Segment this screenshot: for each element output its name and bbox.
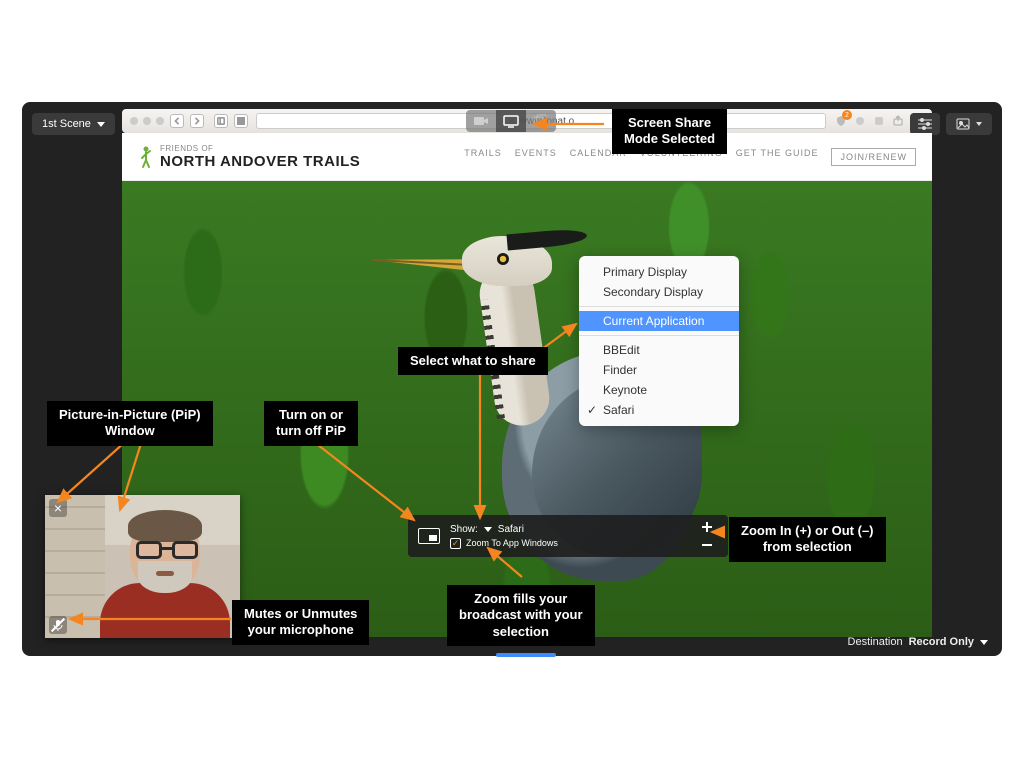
- scene-label: 1st Scene: [42, 118, 91, 130]
- presenter-avatar: [100, 513, 230, 638]
- menu-item-selected[interactable]: Current Application: [579, 311, 739, 331]
- callout-select-share: Select what to share: [398, 347, 548, 375]
- media-picker-button[interactable]: [946, 113, 992, 135]
- share-mode-segmented[interactable]: [466, 110, 556, 132]
- nav-link[interactable]: TRAILS: [464, 148, 502, 166]
- grid-button[interactable]: [234, 114, 248, 128]
- chevron-down-icon: [976, 122, 982, 126]
- extension1-icon[interactable]: [853, 114, 867, 128]
- checkbox-icon: [450, 538, 461, 549]
- pip-close-button[interactable]: ×: [49, 499, 67, 517]
- menu-item[interactable]: Finder: [579, 360, 739, 380]
- extension2-icon[interactable]: [872, 114, 886, 128]
- callout-zoom-fill: Zoom fills your broadcast with your sele…: [447, 585, 595, 646]
- destination-selector[interactable]: Destination Record Only: [848, 636, 988, 648]
- slides-mode-icon[interactable]: [526, 110, 556, 132]
- hero-image: [122, 181, 932, 637]
- camera-mode-icon[interactable]: [466, 110, 496, 132]
- chevron-down-icon: [97, 122, 105, 127]
- zoom-to-windows-checkbox[interactable]: Zoom To App Windows: [450, 538, 686, 549]
- callout-mute: Mutes or Unmutes your microphone: [232, 600, 369, 645]
- logo-small-text: FRIENDS OF: [160, 144, 360, 153]
- destination-value: Record Only: [909, 636, 974, 648]
- site-logo: FRIENDS OF NORTH ANDOVER TRAILS: [138, 144, 360, 170]
- scene-selector[interactable]: 1st Scene: [32, 113, 115, 135]
- show-label: Show:: [450, 524, 478, 535]
- nav-link[interactable]: EVENTS: [515, 148, 557, 166]
- screen-mode-icon[interactable]: [496, 110, 526, 132]
- chevron-down-icon: [484, 527, 492, 532]
- callout-screen-share: Screen Share Mode Selected: [612, 109, 727, 154]
- zoom-in-button[interactable]: [696, 519, 718, 535]
- menu-item[interactable]: Secondary Display: [579, 282, 739, 302]
- nav-link[interactable]: GET THE GUIDE: [736, 148, 819, 166]
- menu-item[interactable]: Keynote: [579, 380, 739, 400]
- menu-item[interactable]: BBEdit: [579, 340, 739, 360]
- zoom-out-button[interactable]: [696, 537, 718, 553]
- logo-big-text: NORTH ANDOVER TRAILS: [160, 153, 360, 170]
- window-traffic-lights: [130, 117, 164, 125]
- pip-toggle-button[interactable]: [418, 528, 440, 544]
- join-button[interactable]: JOIN/RENEW: [831, 148, 916, 166]
- share-browser-icon[interactable]: [891, 114, 905, 128]
- callout-pip-toggle: Turn on or turn off PiP: [264, 401, 358, 446]
- show-value[interactable]: Safari: [498, 524, 524, 535]
- share-source-menu[interactable]: Primary Display Secondary Display Curren…: [579, 256, 739, 426]
- settings-sliders-button[interactable]: [910, 113, 940, 135]
- stage-right-tools: [910, 113, 992, 135]
- progress-indicator: [496, 653, 556, 657]
- sidebar-button[interactable]: [214, 114, 228, 128]
- menu-item-checked[interactable]: Safari: [579, 400, 739, 420]
- chevron-down-icon: [980, 640, 988, 645]
- destination-label: Destination: [848, 636, 903, 648]
- share-control-bar: Show: Safari Zoom To App Windows: [408, 515, 728, 557]
- callout-zoom-io: Zoom In (+) or Out (–) from selection: [729, 517, 886, 562]
- menu-divider: [579, 335, 739, 336]
- menu-item[interactable]: Primary Display: [579, 262, 739, 282]
- hiker-icon: [138, 145, 154, 169]
- menu-divider: [579, 306, 739, 307]
- callout-pip: Picture-in-Picture (PiP) Window: [47, 401, 213, 446]
- back-button[interactable]: [170, 114, 184, 128]
- pip-window[interactable]: ×: [45, 495, 240, 638]
- forward-button[interactable]: [190, 114, 204, 128]
- broadcast-stage: 1st Scene www.fonat.o: [22, 102, 1002, 656]
- zoom-checkbox-label: Zoom To App Windows: [466, 538, 558, 548]
- site-header: FRIENDS OF NORTH ANDOVER TRAILS TRAILS E…: [122, 133, 932, 181]
- shield-icon[interactable]: [834, 114, 848, 128]
- mic-mute-button[interactable]: [49, 616, 67, 634]
